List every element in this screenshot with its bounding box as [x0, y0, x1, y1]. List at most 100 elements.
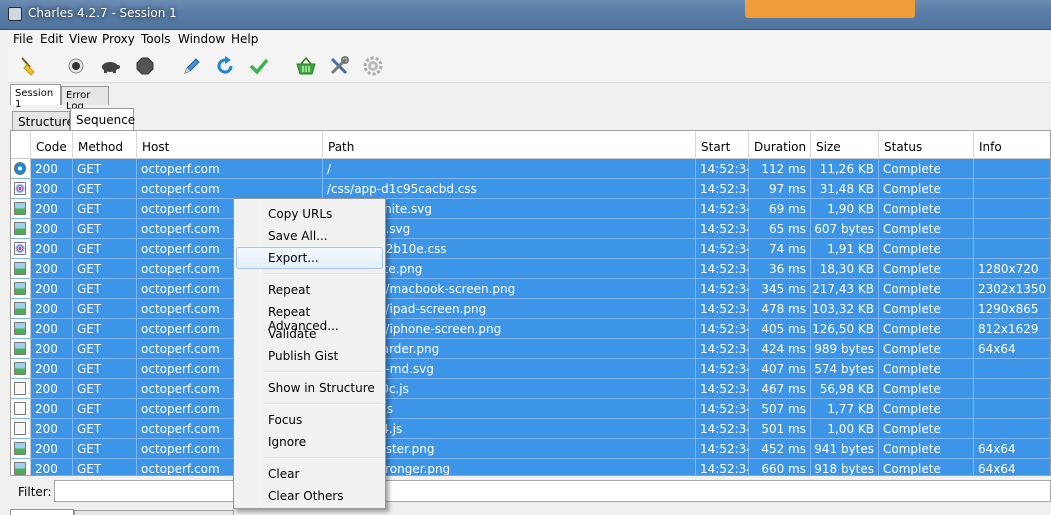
menu-item-clear[interactable]: Clear	[236, 463, 383, 485]
cell-status: Complete	[879, 439, 974, 459]
cell-duration: 69 ms	[749, 199, 811, 219]
cell-size: 31,48 KB	[811, 179, 879, 199]
menu-item-publish-gist[interactable]: Publish Gist	[236, 345, 383, 367]
table-row[interactable]: 200GEToctoperf.comerfLogoWhite.svg14:52:…	[11, 199, 1050, 219]
cell-duration: 407 ms	[749, 359, 811, 379]
table-row[interactable]: 200GEToctoperf.com/values/faster.png14:5…	[11, 439, 1050, 459]
cell-info: 1290x865	[974, 299, 1050, 319]
broom-icon[interactable]	[18, 55, 40, 77]
menu-window[interactable]: Window	[178, 32, 225, 46]
table-row[interactable]: 200 GET octoperf.com/14:52:34 112 ms 11,26 K…	[11, 159, 1050, 179]
row-type-icon	[11, 439, 31, 459]
menu-item-export[interactable]: Export...	[236, 247, 383, 269]
table-row[interactable]: 200 GET octoperf.com ter-490482b10e.css 14:5…	[11, 239, 1050, 259]
repeat-refresh-icon[interactable]	[214, 55, 236, 77]
menu-item-ignore[interactable]: Ignore	[236, 431, 383, 453]
menu-view[interactable]: View	[69, 32, 97, 46]
table-row[interactable]: 200 GET octoperf.com/overview/iphone-scree…	[11, 319, 1050, 339]
cell-path: /css/app-d1c95cacbd.css	[323, 179, 696, 199]
table-row[interactable]: 200 GET octoperf.com/overview/macbook-scre…	[11, 279, 1050, 299]
cell-start: 14:52:34	[696, 319, 749, 339]
cell-duration: 507 ms	[749, 399, 811, 419]
cell-duration: 424 ms	[749, 339, 811, 359]
table-row[interactable]: 200GEToctoperf.comfd0559f30c.js14:52:344…	[11, 379, 1050, 399]
row-type-icon	[11, 319, 31, 339]
image-file-icon	[14, 362, 26, 375]
row-type-icon	[11, 399, 31, 419]
cell-host: octoperf.com	[137, 179, 323, 199]
menu-item-save-all[interactable]: Save All...	[236, 225, 383, 247]
cell-status: Complete	[879, 319, 974, 339]
menu-proxy[interactable]: Proxy	[102, 32, 135, 46]
cell-path: /	[323, 159, 696, 179]
table-row[interactable]: 200GEToctoperf.com/play-icon.svg14:52:34…	[11, 219, 1050, 239]
menu-item-focus[interactable]: Focus	[236, 409, 383, 431]
row-type-icon	[11, 459, 31, 475]
menu-item-clear-others[interactable]: Clear Others	[236, 485, 383, 507]
cell-method: GET	[73, 219, 137, 239]
validate-check-icon[interactable]	[248, 55, 270, 77]
cell-host: octoperf.com	[137, 159, 323, 179]
menu-item-repeat-advanced[interactable]: Repeat Advanced...	[236, 301, 383, 333]
table-row[interactable]: 200GEToctoperf.come8a2e95.js14:52:34507 …	[11, 399, 1050, 419]
menu-help[interactable]: Help	[231, 32, 258, 46]
cell-size: 18,30 KB	[811, 259, 879, 279]
column-path[interactable]: Path	[323, 131, 696, 159]
cell-size: 918 bytes	[811, 459, 879, 475]
cell-info: 812x1629	[974, 319, 1050, 339]
settings-gear-icon[interactable]	[362, 55, 384, 77]
column-info[interactable]: Info	[974, 131, 1050, 159]
table-row[interactable]: 200GEToctoperf.com752f10f64.js14:52:3450…	[11, 419, 1050, 439]
cell-start: 14:52:34	[696, 359, 749, 379]
menu-item-repeat[interactable]: Repeat	[236, 279, 383, 301]
stop-breakpoints-icon[interactable]	[134, 55, 156, 77]
bottom-tab-overview[interactable]	[10, 509, 74, 515]
cell-status: Complete	[879, 459, 974, 475]
cell-code: 200	[31, 279, 73, 299]
table-row[interactable]: 200GEToctoperf.com/oneminute.png14:52:34…	[11, 259, 1050, 279]
cell-info	[974, 359, 1050, 379]
bottom-tab-contents[interactable]	[74, 510, 234, 515]
tab-error-log[interactable]: Error Log	[61, 86, 109, 112]
menu-tools[interactable]: Tools	[141, 32, 171, 46]
menu-item-validate[interactable]: Validate	[236, 323, 383, 345]
table-row[interactable]: 200GEToctoperf.com/values/harder.png14:5…	[11, 339, 1050, 359]
table-row[interactable]: 200GEToctoperf.com/play-icon-md.svg14:52…	[11, 359, 1050, 379]
column-code[interactable]: Code	[31, 131, 73, 159]
column-duration[interactable]: Duration	[749, 131, 811, 159]
shopping-basket-icon[interactable]	[295, 55, 317, 77]
tools-icon[interactable]	[328, 55, 350, 77]
cell-method: GET	[73, 179, 137, 199]
table-row[interactable]: 200 GET octoperf.com/overview/ipad-screen.…	[11, 299, 1050, 319]
cell-info: 64x64	[974, 439, 1050, 459]
menu-separator	[264, 273, 383, 275]
column-icon[interactable]	[11, 131, 31, 159]
column-method[interactable]: Method	[73, 131, 137, 159]
window-titlebar[interactable]: Charles 4.2.7 - Session 1	[0, 0, 1051, 30]
menu-edit[interactable]: Edit	[40, 32, 63, 46]
table-row[interactable]: 200 GET octoperf.com/values/stronger.png 14…	[11, 459, 1050, 475]
filter-input[interactable]	[54, 480, 1051, 502]
column-start[interactable]: Start	[696, 131, 749, 159]
table-row[interactable]: 200 GET octoperf.com/css/app-d1c95cacbd.cs…	[11, 179, 1050, 199]
column-status[interactable]: Status	[879, 131, 974, 159]
turtle-throttle-icon[interactable]	[99, 55, 121, 77]
menu-item-copy-urls[interactable]: Copy URLs	[236, 203, 383, 225]
tab-structure[interactable]: Structure	[12, 111, 74, 130]
record-icon[interactable]	[65, 55, 87, 77]
cell-size: 217,43 KB	[811, 279, 879, 299]
menu-file[interactable]: File	[13, 32, 33, 46]
cell-code: 200	[31, 399, 73, 419]
cell-start: 14:52:34	[696, 219, 749, 239]
column-host[interactable]: Host	[137, 131, 323, 159]
cell-method: GET	[73, 319, 137, 339]
cell-info: 64x64	[974, 459, 1050, 475]
cell-duration: 74 ms	[749, 239, 811, 259]
image-file-icon	[14, 222, 26, 235]
tab-session-1[interactable]: Session 1	[10, 84, 61, 110]
menu-item-show-in-structure[interactable]: Show in Structure	[236, 377, 383, 399]
column-size[interactable]: Size	[811, 131, 879, 159]
row-type-icon	[11, 159, 31, 179]
tab-sequence[interactable]: Sequence	[70, 108, 135, 130]
compose-pen-icon[interactable]	[180, 55, 202, 77]
